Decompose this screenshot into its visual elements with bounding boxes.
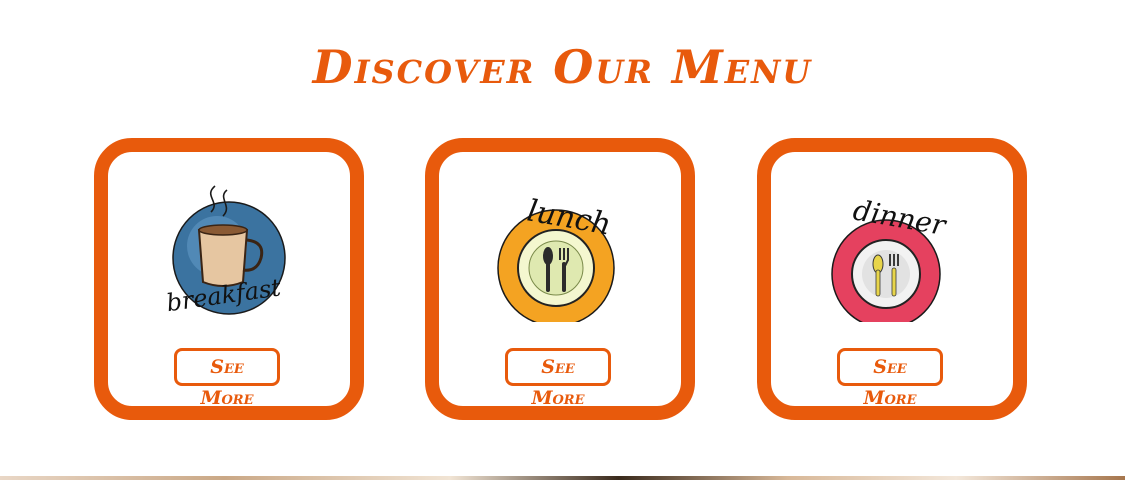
dinner-image: dinner (822, 182, 962, 322)
bottom-banner-image (0, 476, 1125, 480)
page-title: Discover Our Menu (312, 40, 813, 94)
lunch-plate-icon: lunch (497, 193, 615, 322)
menu-card-dinner: dinner See More (757, 138, 1027, 420)
breakfast-coffee-icon: breakfast (165, 185, 286, 317)
menu-card-breakfast: breakfast See More (94, 138, 364, 420)
lunch-see-more-button[interactable]: See More (505, 348, 611, 409)
breakfast-see-more-button[interactable]: See More (174, 348, 280, 409)
breakfast-image: breakfast (159, 182, 299, 322)
dinner-plate-icon: dinner (831, 193, 950, 322)
dinner-see-more-button[interactable]: See More (837, 348, 943, 409)
lunch-image: lunch (490, 182, 630, 322)
menu-card-lunch: lunch See More (425, 138, 695, 420)
